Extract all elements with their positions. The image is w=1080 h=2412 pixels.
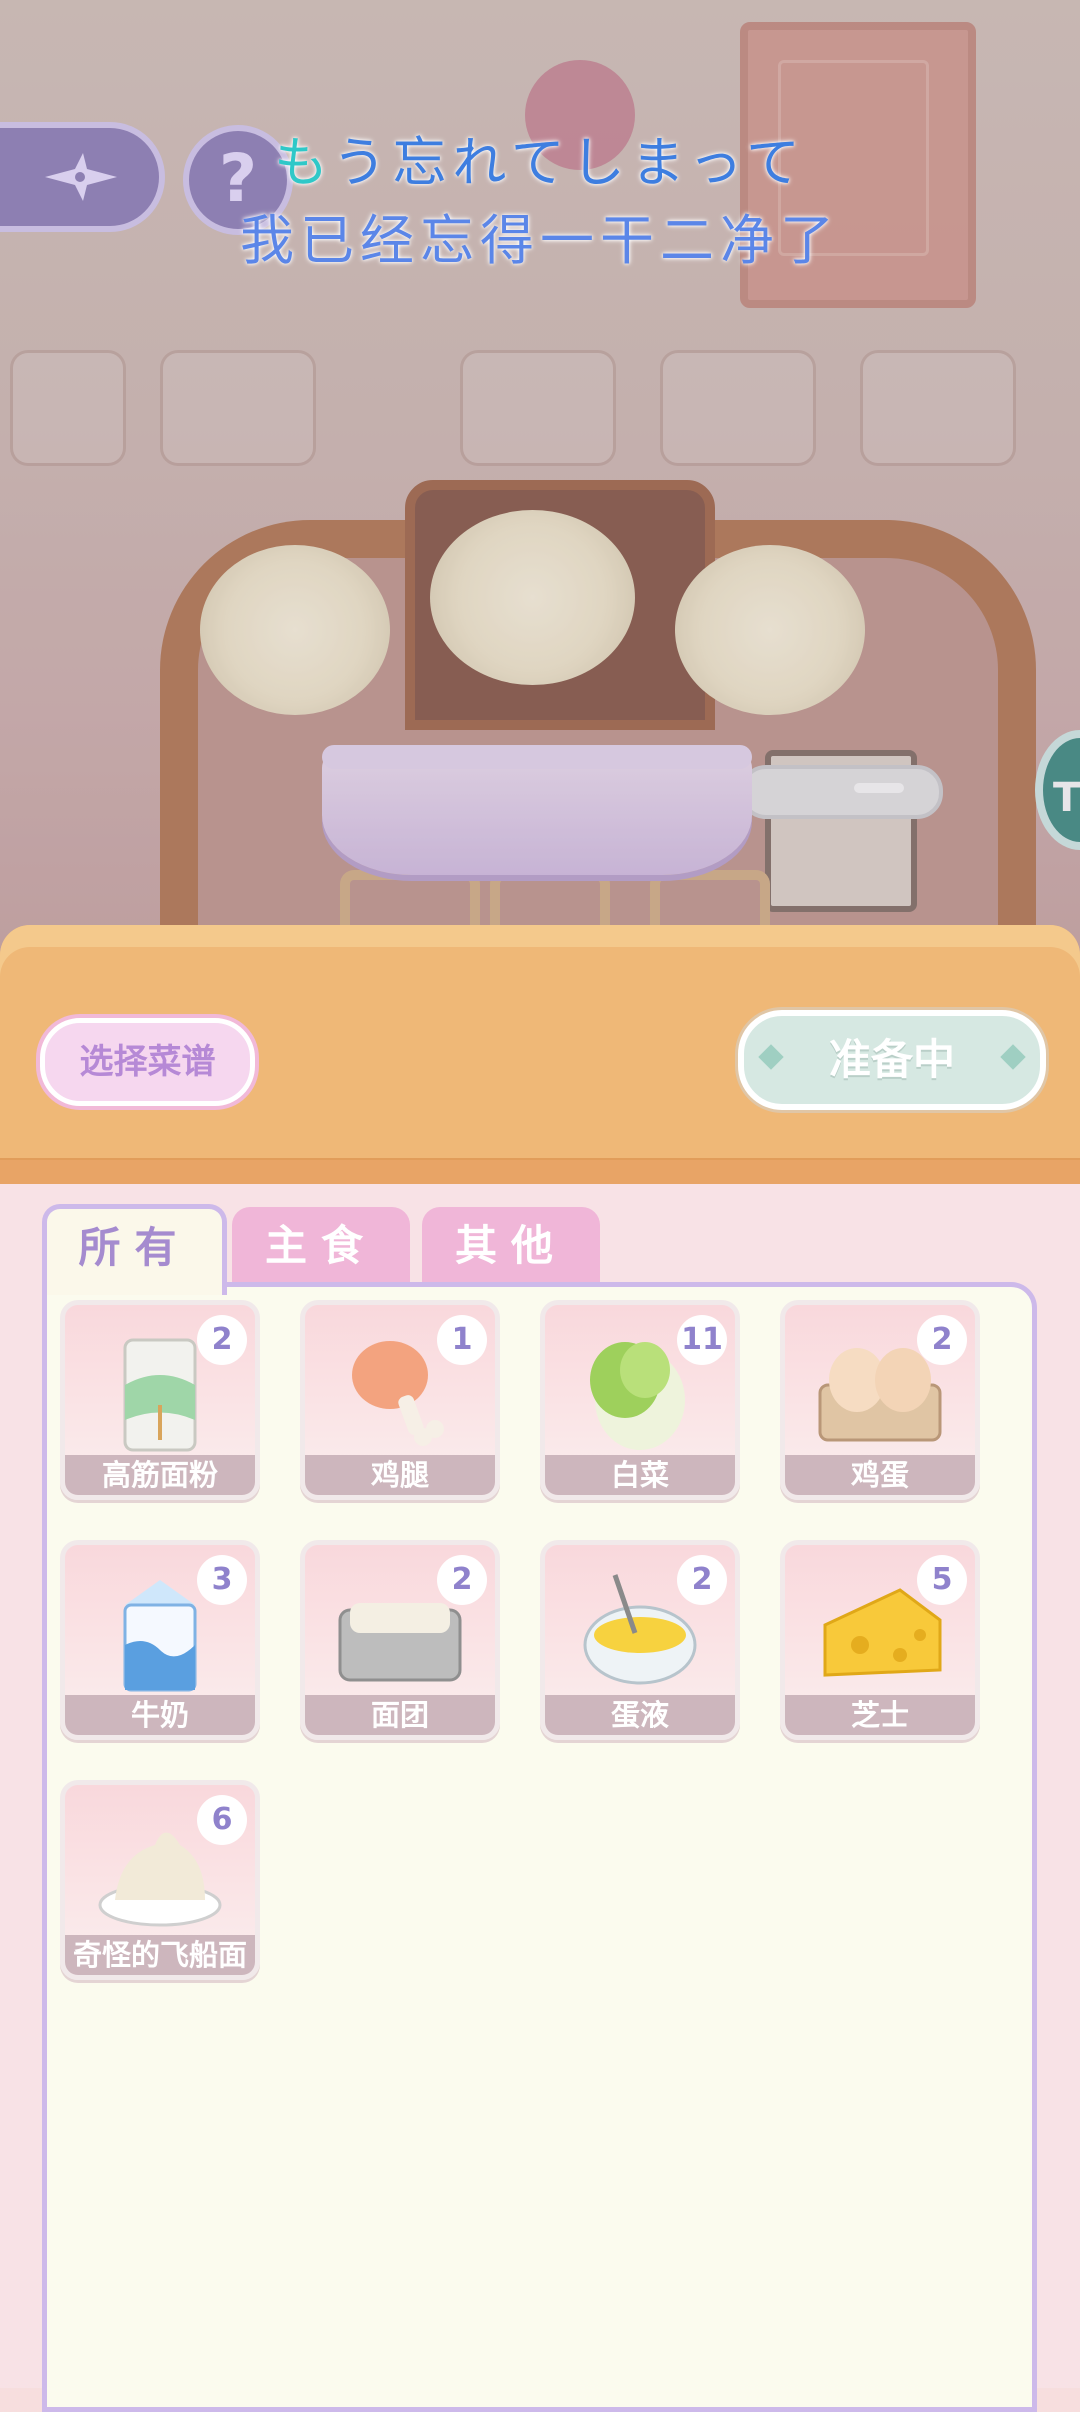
status-label: 准备中 bbox=[828, 1035, 955, 1084]
subtitle-jp-rest: 忘れてしまって bbox=[392, 131, 806, 194]
tab-all[interactable]: 所有 bbox=[42, 1204, 227, 1295]
item-count: 3 bbox=[197, 1555, 247, 1605]
counter-edge bbox=[0, 1160, 1080, 1184]
item-name: 鸡腿 bbox=[305, 1455, 495, 1495]
tab-staple-food[interactable]: 主食 bbox=[232, 1207, 410, 1285]
inventory-slot-flour[interactable]: 2 高筋面粉 bbox=[60, 1300, 260, 1500]
item-name: 芝士 bbox=[785, 1695, 975, 1735]
item-count: 2 bbox=[677, 1555, 727, 1605]
item-name: 蛋液 bbox=[545, 1695, 735, 1735]
item-count: 2 bbox=[917, 1315, 967, 1365]
item-count: 5 bbox=[917, 1555, 967, 1605]
inventory-slot-cabbage[interactable]: 11 白菜 bbox=[540, 1300, 740, 1500]
tab-other[interactable]: 其他 bbox=[422, 1207, 600, 1285]
diamond-icon bbox=[1000, 1044, 1026, 1070]
select-recipe-button[interactable]: 选择菜谱 bbox=[40, 1018, 255, 1106]
diamond-icon bbox=[758, 1044, 784, 1070]
status-preparing-button[interactable]: 准备中 bbox=[738, 1010, 1046, 1110]
item-count: 6 bbox=[197, 1795, 247, 1845]
inventory-slot-eggs[interactable]: 2 鸡蛋 bbox=[780, 1300, 980, 1500]
item-count: 11 bbox=[677, 1315, 727, 1365]
subtitle-japanese: もう忘れてしまって bbox=[0, 118, 1080, 197]
inventory-slot-milk[interactable]: 3 牛奶 bbox=[60, 1540, 260, 1740]
item-name: 白菜 bbox=[545, 1455, 735, 1495]
subtitle-jp-highlight: も bbox=[274, 131, 333, 194]
item-count: 2 bbox=[197, 1315, 247, 1365]
inventory-slot-cheese[interactable]: 5 芝士 bbox=[780, 1540, 980, 1740]
item-name: 奇怪的飞船面 bbox=[65, 1935, 255, 1975]
item-name: 鸡蛋 bbox=[785, 1455, 975, 1495]
item-name: 高筋面粉 bbox=[65, 1455, 255, 1495]
item-count: 1 bbox=[437, 1315, 487, 1365]
subtitle-jp-highlight2: う bbox=[332, 131, 393, 194]
inventory-slot-strange-pasta[interactable]: 6 奇怪的飞船面 bbox=[60, 1780, 260, 1980]
inventory-slot-dough[interactable]: 2 面团 bbox=[300, 1540, 500, 1740]
inventory-slot-chicken-leg[interactable]: 1 鸡腿 bbox=[300, 1300, 500, 1500]
item-name: 面团 bbox=[305, 1695, 495, 1735]
subtitle-chinese: 我已经忘得一干二净了 bbox=[240, 209, 840, 272]
inventory-slot-egg-batter[interactable]: 2 蛋液 bbox=[540, 1540, 740, 1740]
item-count: 2 bbox=[437, 1555, 487, 1605]
item-name: 牛奶 bbox=[65, 1695, 255, 1735]
